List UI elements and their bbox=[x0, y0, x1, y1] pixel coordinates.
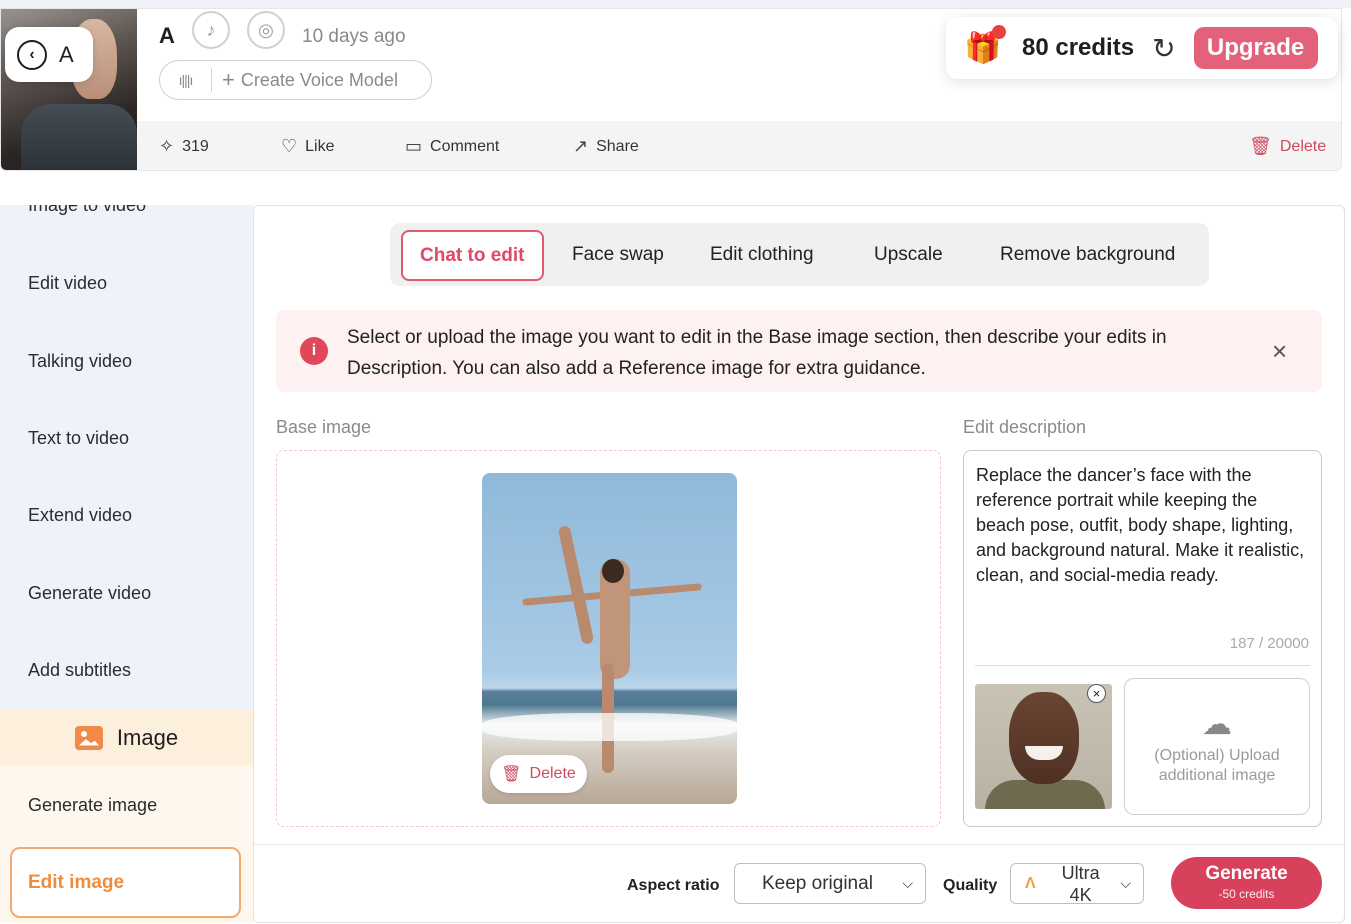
sidebar-item-edit-image[interactable]: Edit image bbox=[10, 847, 241, 918]
sidebar-item-image-to-video[interactable]: Image to video bbox=[28, 205, 146, 216]
info-icon: i bbox=[300, 337, 328, 365]
trash-icon: 🗑 bbox=[1249, 136, 1272, 156]
instagram-icon[interactable]: ◎ bbox=[247, 11, 285, 49]
sparkle-count[interactable]: ✧ 319 bbox=[159, 121, 209, 170]
tab-face-swap[interactable]: Face swap bbox=[572, 223, 664, 286]
like-button[interactable]: ♡ Like bbox=[281, 121, 335, 170]
delete-image-button[interactable]: 🗑 Delete bbox=[490, 755, 587, 793]
bottom-toolbar: Aspect ratio Keep original ⌵ Quality Λ U… bbox=[254, 844, 1344, 924]
waveform-icon: ı|||ı bbox=[160, 68, 212, 92]
close-icon[interactable]: × bbox=[1272, 336, 1287, 367]
tab-upscale[interactable]: Upscale bbox=[874, 223, 943, 286]
base-image-label: Base image bbox=[276, 417, 372, 437]
edit-description-label: Edit description bbox=[963, 417, 1087, 437]
owner-name: A bbox=[159, 23, 175, 48]
delete-label: Delete bbox=[1279, 137, 1327, 155]
base-image-preview: 🗑 Delete bbox=[482, 473, 737, 804]
notice-text: Select or upload the image you want to e… bbox=[347, 327, 1167, 379]
sidebar-item-talking-video[interactable]: Talking video bbox=[28, 351, 132, 372]
sidebar-item-text-to-video[interactable]: Text to video bbox=[28, 428, 129, 449]
comment-icon: ▭ bbox=[405, 136, 423, 156]
share-icon: ↗ bbox=[573, 136, 589, 156]
sparkle-count-label: 319 bbox=[182, 137, 209, 155]
info-notice: i Select or upload the image you want to… bbox=[276, 310, 1322, 392]
trash-icon: 🗑 bbox=[501, 766, 522, 783]
chevron-down-icon: ⌵ bbox=[902, 875, 913, 891]
top-strip bbox=[0, 0, 1351, 8]
refresh-icon[interactable]: ↻ bbox=[1152, 32, 1175, 65]
share-label: Share bbox=[596, 137, 639, 155]
tool-tabs: Chat to edit Face swap Edit clothing Ups… bbox=[390, 223, 1209, 286]
chevron-down-icon: ⌵ bbox=[1120, 875, 1131, 891]
generate-label: Generate bbox=[1205, 863, 1288, 884]
timestamp: 10 days ago bbox=[302, 26, 406, 47]
heart-icon: ♡ bbox=[281, 136, 298, 156]
create-voice-model-button[interactable]: ı|||ı + Create Voice Model bbox=[159, 60, 432, 100]
sidebar: Image to video Edit video Talking video … bbox=[0, 205, 253, 923]
comment-button[interactable]: ▭ Comment bbox=[405, 121, 500, 170]
upgrade-button[interactable]: Upgrade bbox=[1193, 27, 1318, 69]
quality-logo-icon: Λ bbox=[1025, 874, 1036, 892]
tab-remove-background[interactable]: Remove background bbox=[1000, 223, 1175, 286]
upload-text: (Optional) Upload additional image bbox=[1154, 747, 1280, 784]
chevron-left-icon: ‹ bbox=[17, 39, 47, 70]
image-icon bbox=[74, 725, 103, 750]
aspect-ratio-select[interactable]: Keep original ⌵ bbox=[734, 863, 926, 904]
sidebar-item-generate-video[interactable]: Generate video bbox=[28, 583, 151, 604]
tab-edit-clothing[interactable]: Edit clothing bbox=[710, 223, 814, 286]
plus-icon: + bbox=[222, 67, 235, 92]
remove-reference-icon[interactable]: × bbox=[1087, 684, 1106, 703]
description-text[interactable]: Replace the dancer’s face with the refer… bbox=[976, 463, 1306, 588]
share-button[interactable]: ↗ Share bbox=[573, 121, 639, 170]
image-section-title: Image bbox=[116, 724, 179, 750]
delete-project-button[interactable]: 🗑 Delete bbox=[1249, 121, 1327, 170]
sparkle-icon: ✧ bbox=[159, 136, 175, 156]
base-image-dropzone[interactable]: 🗑 Delete bbox=[276, 450, 941, 827]
quality-label: Quality bbox=[943, 877, 998, 894]
back-label: A bbox=[59, 41, 74, 67]
aspect-ratio-value: Keep original bbox=[762, 872, 873, 894]
delete-image-label: Delete bbox=[529, 765, 576, 782]
quality-value: Ultra 4K bbox=[1061, 862, 1100, 905]
edit-description-field[interactable]: Replace the dancer’s face with the refer… bbox=[963, 450, 1322, 827]
like-label: Like bbox=[305, 137, 335, 155]
upload-additional-image-button[interactable]: ☁ (Optional) Upload additional image bbox=[1124, 678, 1310, 815]
sidebar-item-generate-image[interactable]: Generate image bbox=[28, 795, 157, 816]
gift-icon[interactable]: 🎁 bbox=[964, 24, 1006, 66]
credits-balance: 80 credits bbox=[1022, 34, 1135, 61]
cloud-upload-icon: ☁ bbox=[1202, 708, 1232, 741]
sidebar-item-extend-video[interactable]: Extend video bbox=[28, 505, 132, 526]
reference-image bbox=[975, 684, 1112, 809]
generate-cost: -50 credits bbox=[1218, 887, 1275, 901]
credits-card: 🎁 80 credits ↻ Upgrade bbox=[946, 17, 1338, 79]
generate-button[interactable]: Generate -50 credits bbox=[1171, 857, 1322, 909]
aspect-ratio-label: Aspect ratio bbox=[627, 877, 720, 894]
back-button[interactable]: ‹ A bbox=[5, 27, 93, 82]
sidebar-item-edit-video[interactable]: Edit video bbox=[28, 273, 107, 294]
quality-select[interactable]: Λ Ultra 4K ⌵ bbox=[1010, 862, 1144, 905]
divider bbox=[975, 665, 1310, 666]
tab-chat-to-edit[interactable]: Chat to edit bbox=[401, 230, 544, 281]
main-panel: Chat to edit Face swap Edit clothing Ups… bbox=[253, 205, 1345, 923]
image-section-header[interactable]: Image bbox=[0, 710, 253, 765]
create-voice-model-label: Create Voice Model bbox=[240, 69, 398, 90]
sidebar-item-add-subtitles[interactable]: Add subtitles bbox=[28, 660, 131, 681]
notification-dot bbox=[992, 24, 1006, 39]
tiktok-icon[interactable]: ♪ bbox=[192, 11, 230, 49]
action-bar: ✧ 319 ♡ Like ▭ Comment ↗ Share 🗑 Delete bbox=[137, 121, 1341, 170]
character-counter: 187 / 20000 bbox=[1229, 635, 1309, 652]
comment-label: Comment bbox=[430, 137, 500, 155]
